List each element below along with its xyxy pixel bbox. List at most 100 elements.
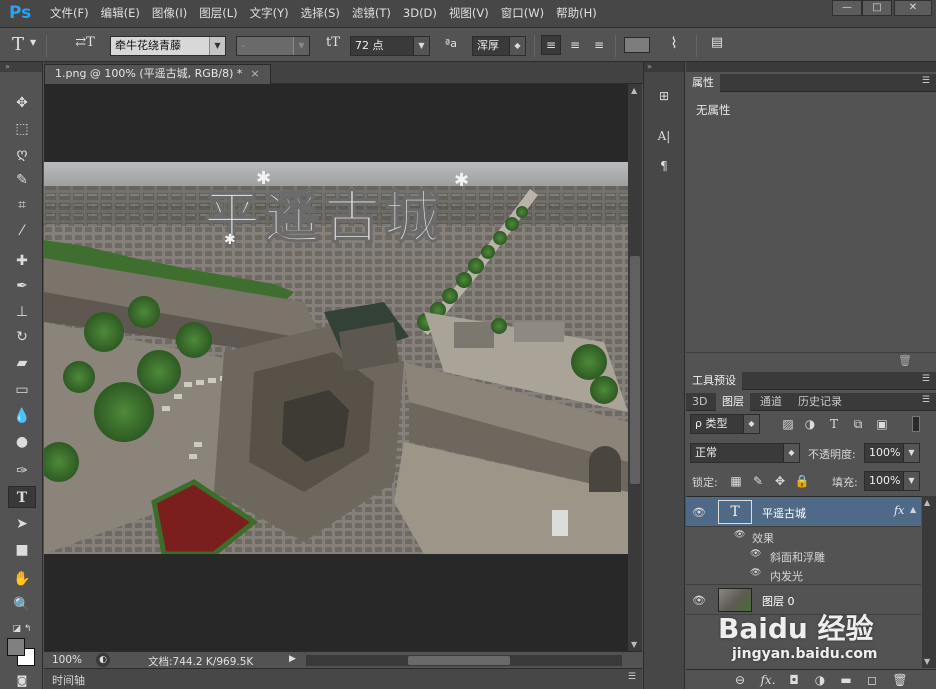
type-tool-icon[interactable]: T [8, 486, 36, 508]
quick-select-tool-icon[interactable]: ✎ [8, 169, 36, 191]
warp-text-icon[interactable]: ⌇ [664, 34, 684, 52]
document-image[interactable]: 平遥古城 ✱ ✱ ✱ [44, 162, 628, 554]
lock-position-icon[interactable]: ✥ [772, 473, 788, 489]
effect-bevel-emboss[interactable]: 👁 斜面和浮雕 [686, 546, 921, 565]
quick-mask-icon[interactable]: ◙ [8, 670, 36, 689]
panel-grip-icon[interactable]: » [644, 62, 684, 72]
tab-channels[interactable]: 通道 [754, 393, 788, 411]
timeline-tab[interactable]: 时间轴 [52, 672, 85, 688]
hand-tool-icon[interactable]: ✋ [8, 568, 36, 590]
path-selection-tool-icon[interactable]: ➤ [8, 513, 36, 535]
canvas-area[interactable]: 平遥古城 ✱ ✱ ✱ [44, 84, 628, 651]
add-mask-icon[interactable]: ◘ [786, 672, 802, 688]
vertical-scrollbar[interactable]: ▲ ▼ [628, 84, 642, 651]
menu-edit[interactable]: 编辑(E) [95, 0, 146, 27]
layers-scrollbar[interactable]: ▲ ▼ [922, 496, 936, 668]
visibility-eye-icon[interactable]: 👁 [692, 506, 708, 519]
tab-history[interactable]: 历史记录 [792, 393, 848, 411]
menu-view[interactable]: 视图(V) [443, 0, 495, 27]
clone-stamp-tool-icon[interactable]: ⊥ [8, 301, 36, 323]
menu-help[interactable]: 帮助(H) [550, 0, 603, 27]
panel-menu-icon[interactable]: ☰ [922, 395, 930, 405]
history-panel-icon[interactable]: ⊞ [656, 88, 672, 104]
lock-pixels-icon[interactable]: ✎ [750, 473, 766, 489]
pen-tool-icon[interactable]: ✑ [8, 460, 36, 482]
marquee-tool-icon[interactable]: ⬚ [8, 118, 36, 140]
opacity-field[interactable]: 100% ▼ [864, 443, 920, 463]
menu-type[interactable]: 文字(Y) [244, 0, 295, 27]
filter-adjustment-icon[interactable]: ◑ [802, 416, 818, 432]
scroll-down-arrow-icon[interactable]: ▼ [631, 640, 637, 649]
panel-menu-icon[interactable]: ☰ [922, 374, 930, 384]
crop-tool-icon[interactable]: ⌗ [8, 194, 36, 216]
layer-filter-dropdown[interactable]: ρ 类型 ◆ [690, 414, 760, 434]
menu-select[interactable]: 选择(S) [295, 0, 346, 27]
maximize-button[interactable]: □ [862, 0, 892, 16]
lasso-tool-icon[interactable]: ღ [8, 143, 36, 165]
menu-image[interactable]: 图像(I) [146, 0, 193, 27]
menu-window[interactable]: 窗口(W) [495, 0, 550, 27]
horizontal-scroll-thumb[interactable] [408, 656, 510, 665]
character-panel-icon[interactable]: ▤ [706, 35, 728, 55]
character-panel-icon[interactable]: A| [656, 128, 672, 144]
tab-3d[interactable]: 3D [686, 393, 713, 411]
visibility-eye-icon[interactable]: 👁 [734, 530, 750, 540]
history-brush-tool-icon[interactable]: ↻ [8, 326, 36, 348]
visibility-eye-icon[interactable]: 👁 [750, 568, 766, 578]
move-tool-icon[interactable]: ✥ [8, 92, 36, 114]
fx-icon[interactable]: fx [894, 504, 904, 517]
vertical-scroll-thumb[interactable] [630, 256, 640, 484]
blend-mode-dropdown[interactable]: 正常 ◆ [690, 443, 800, 463]
menu-file[interactable]: 文件(F) [44, 0, 95, 27]
panel-grip-icon[interactable]: » [0, 62, 42, 72]
link-layers-icon[interactable]: ⊖ [732, 672, 748, 688]
eyedropper-tool-icon[interactable]: ⁄ [8, 220, 36, 242]
menu-layer[interactable]: 图层(L) [193, 0, 243, 27]
visibility-eye-icon[interactable]: 👁 [692, 594, 708, 607]
panel-menu-icon[interactable]: ☰ [922, 76, 930, 86]
minimize-button[interactable]: — [832, 0, 862, 16]
align-right-icon[interactable]: ≡ [589, 35, 609, 55]
trash-icon[interactable]: 🗑 [892, 672, 908, 688]
document-tab[interactable]: 1.png @ 100% (平遥古城, RGB/8) * × [44, 64, 271, 84]
tool-presets-tab[interactable]: 工具预设 [686, 372, 742, 390]
filter-toggle[interactable] [912, 416, 920, 432]
preset-dropdown-arrow-icon[interactable]: ▼ [30, 38, 36, 47]
lock-transparency-icon[interactable]: ▦ [728, 473, 744, 489]
eraser-tool-icon[interactable]: ▰ [8, 352, 36, 374]
new-group-icon[interactable]: ▬ [838, 672, 854, 688]
close-button[interactable]: ✕ [894, 0, 932, 16]
align-left-icon[interactable]: ≡ [541, 35, 561, 55]
scroll-up-arrow-icon[interactable]: ▲ [924, 498, 930, 507]
filter-smart-object-icon[interactable]: ▣ [874, 416, 890, 432]
foreground-color-swatch[interactable] [7, 638, 25, 656]
scroll-down-arrow-icon[interactable]: ▼ [924, 657, 930, 666]
menu-filter[interactable]: 滤镜(T) [346, 0, 397, 27]
effects-row[interactable]: 👁 效果 [686, 527, 921, 546]
default-colors-icon[interactable]: ◪ ↰ [8, 618, 36, 640]
close-icon[interactable]: × [250, 67, 259, 80]
status-arrow-icon[interactable]: ▶ [289, 654, 296, 664]
tab-layers[interactable]: 图层 [716, 393, 750, 411]
dodge-tool-icon[interactable]: ● [8, 431, 36, 453]
visibility-eye-icon[interactable]: 👁 [750, 549, 766, 559]
align-center-icon[interactable]: ≡ [565, 35, 585, 55]
blur-tool-icon[interactable]: 💧 [8, 405, 36, 427]
lock-all-icon[interactable]: 🔒 [794, 473, 810, 489]
layer-name[interactable]: 平遥古城 [762, 505, 806, 521]
trash-icon[interactable]: 🗑 [898, 354, 912, 367]
text-orientation-icon[interactable]: ⇄T [72, 35, 98, 50]
layer-row-text[interactable]: 👁 T 平遥古城 fx ▲ [686, 497, 921, 527]
rectangle-tool-icon[interactable]: ■ [8, 539, 36, 561]
new-adjustment-icon[interactable]: ◑ [812, 672, 828, 688]
text-color-swatch[interactable] [624, 37, 650, 53]
status-menu-icon[interactable]: ◐ [96, 653, 110, 667]
filter-pixel-icon[interactable]: ▨ [780, 416, 796, 432]
font-family-dropdown[interactable]: 牵牛花绕青藤 ▼ [110, 36, 226, 56]
scroll-up-arrow-icon[interactable]: ▲ [631, 86, 637, 95]
anti-alias-dropdown[interactable]: 浑厚 ◆ [472, 36, 526, 56]
gradient-tool-icon[interactable]: ▭ [8, 379, 36, 401]
properties-tab[interactable]: 属性 [686, 74, 720, 92]
font-size-dropdown[interactable]: 72 点 ▼ [350, 36, 430, 56]
panel-menu-icon[interactable]: ☰ [628, 672, 636, 682]
